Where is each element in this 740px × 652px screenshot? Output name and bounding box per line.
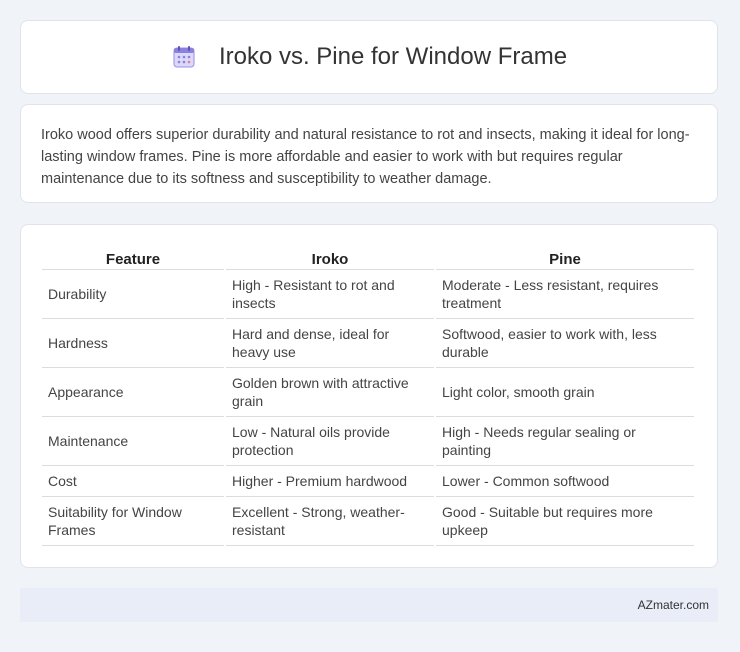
header-feature: Feature [42, 243, 224, 270]
cell-iroko: Low - Natural oils provide protection [226, 417, 434, 466]
table-header-row: Feature Iroko Pine [42, 243, 694, 270]
title-card: Iroko vs. Pine for Window Frame [20, 20, 718, 94]
cell-pine: Lower - Common softwood [436, 466, 694, 497]
cell-pine: Good - Suitable but requires more upkeep [436, 497, 694, 546]
cell-iroko: Excellent - Strong, weather-resistant [226, 497, 434, 546]
cell-feature: Hardness [42, 319, 224, 368]
cell-iroko: Hard and dense, ideal for heavy use [226, 319, 434, 368]
cell-pine: Moderate - Less resistant, requires trea… [436, 270, 694, 319]
comparison-table-card: Feature Iroko Pine Durability High - Res… [20, 224, 718, 568]
cell-pine: Light color, smooth grain [436, 368, 694, 417]
table-row: Maintenance Low - Natural oils provide p… [42, 417, 694, 466]
table-row: Suitability for Window Frames Excellent … [42, 497, 694, 546]
cell-feature: Suitability for Window Frames [42, 497, 224, 546]
summary-text: Iroko wood offers superior durability an… [41, 127, 690, 187]
footer-site-link[interactable]: AZmater.com [638, 598, 709, 612]
cell-iroko: Golden brown with attractive grain [226, 368, 434, 417]
comparison-table: Feature Iroko Pine Durability High - Res… [40, 243, 696, 546]
header-pine: Pine [436, 243, 694, 270]
cell-iroko: High - Resistant to rot and insects [226, 270, 434, 319]
cell-pine: Softwood, easier to work with, less dura… [436, 319, 694, 368]
table-row: Hardness Hard and dense, ideal for heavy… [42, 319, 694, 368]
cell-feature: Appearance [42, 368, 224, 417]
summary-card: Iroko wood offers superior durability an… [20, 104, 718, 203]
footer: AZmater.com [20, 588, 718, 622]
calendar-icon [171, 44, 197, 70]
header-iroko: Iroko [226, 243, 434, 270]
cell-feature: Cost [42, 466, 224, 497]
table-row: Durability High - Resistant to rot and i… [42, 270, 694, 319]
cell-feature: Durability [42, 270, 224, 319]
table-row: Appearance Golden brown with attractive … [42, 368, 694, 417]
cell-iroko: Higher - Premium hardwood [226, 466, 434, 497]
table-row: Cost Higher - Premium hardwood Lower - C… [42, 466, 694, 497]
cell-feature: Maintenance [42, 417, 224, 466]
page-title: Iroko vs. Pine for Window Frame [218, 43, 568, 70]
cell-pine: High - Needs regular sealing or painting [436, 417, 694, 466]
